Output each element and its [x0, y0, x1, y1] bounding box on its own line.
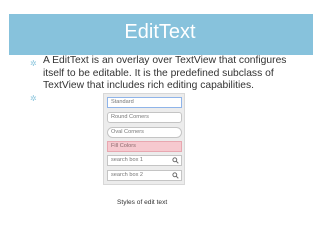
- search-box-1[interactable]: search box 1: [107, 155, 182, 166]
- round-corners-edittext[interactable]: Round Corners: [107, 112, 182, 123]
- figure-caption: Styles of edit text: [117, 199, 168, 206]
- bullet-icon: ✲: [30, 94, 37, 103]
- edittext-styles-screenshot: Standard Round Corners Oval Corners Fill…: [103, 93, 185, 185]
- oval-corners-edittext[interactable]: Oval Corners: [107, 127, 182, 138]
- slide-title: EditText: [124, 21, 196, 43]
- body-text: A EditText is an overlay over TextView t…: [43, 55, 287, 92]
- search-box-2-text: search box 2: [111, 172, 144, 178]
- standard-edittext[interactable]: Standard: [107, 97, 182, 108]
- search-box-1-text: search box 1: [111, 157, 144, 163]
- slide: EditText ✲ A EditText is an overlay over…: [0, 0, 320, 240]
- search-box-2[interactable]: search box 2: [107, 170, 182, 181]
- fill-colors-edittext[interactable]: Fill Colors: [107, 141, 182, 152]
- magnifier-icon[interactable]: [172, 157, 179, 164]
- magnifier-icon[interactable]: [172, 172, 179, 179]
- bullet-icon: ✲: [30, 59, 37, 68]
